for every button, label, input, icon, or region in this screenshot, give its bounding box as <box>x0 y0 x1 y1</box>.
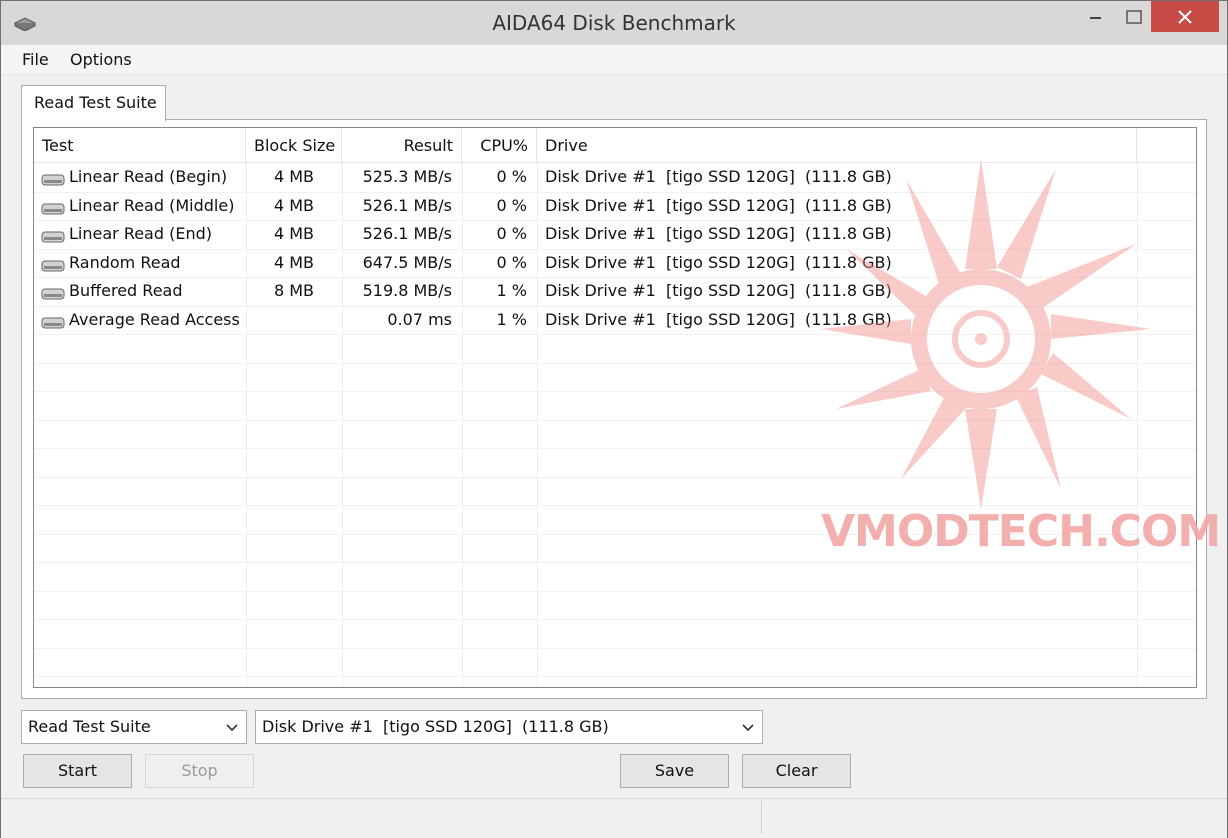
cell-block-size: 4 MB <box>273 224 315 243</box>
cell-test: Linear Read (Middle) <box>69 195 235 215</box>
status-divider <box>761 801 762 833</box>
stop-button[interactable]: Stop <box>145 754 254 788</box>
grid-row-line <box>34 334 1196 335</box>
table-row[interactable]: Buffered Read 8 MB 519.8 MB/s 1 % Disk D… <box>34 277 1196 306</box>
grid-header: Test Block Size Result CPU% Drive <box>34 128 1196 163</box>
cell-result: 526.1 MB/s <box>362 195 452 215</box>
cell-drive: Disk Drive #1 [tigo SSD 120G] (111.8 GB) <box>545 309 892 329</box>
cell-drive: Disk Drive #1 [tigo SSD 120G] (111.8 GB) <box>545 281 892 300</box>
cell-cpu: 0 % <box>496 195 527 215</box>
drive-select-value: Disk Drive #1 [tigo SSD 120G] (111.8 GB) <box>262 717 609 736</box>
table-row[interactable]: Linear Read (End) 4 MB 526.1 MB/s 0 % Di… <box>34 220 1196 249</box>
cell-drive: Disk Drive #1 [tigo SSD 120G] (111.8 GB) <box>545 252 892 272</box>
grid-row-line <box>34 419 1196 421</box>
cell-result: 526.1 MB/s <box>362 224 452 243</box>
watermark-text: VMODTECH.COM <box>821 506 1221 557</box>
grid-row-line <box>34 476 1196 478</box>
cell-drive: Disk Drive #1 [tigo SSD 120G] (111.8 GB) <box>545 224 892 243</box>
table-row[interactable]: Linear Read (Begin) 4 MB 525.3 MB/s 0 % … <box>34 163 1196 192</box>
grid-row-line <box>34 619 1196 620</box>
cell-cpu: 0 % <box>496 252 527 272</box>
minimize-button[interactable] <box>1073 1 1119 32</box>
cell-result: 0.07 ms <box>387 309 452 329</box>
results-grid[interactable]: Test Block Size Result CPU% Drive Linear… <box>33 127 1197 688</box>
grid-row-line <box>34 562 1196 563</box>
cell-test: Linear Read (Begin) <box>69 167 228 186</box>
table-row[interactable]: Linear Read (Middle) 4 MB 526.1 MB/s 0 %… <box>34 192 1196 221</box>
start-button[interactable]: Start <box>23 754 132 788</box>
cell-drive: Disk Drive #1 [tigo SSD 120G] (111.8 GB) <box>545 195 892 215</box>
save-button[interactable]: Save <box>620 754 729 788</box>
drive-select[interactable]: Disk Drive #1 [tigo SSD 120G] (111.8 GB) <box>255 710 763 744</box>
close-icon <box>1178 9 1192 24</box>
cell-test: Linear Read (End) <box>69 224 212 243</box>
cell-block-size: 8 MB <box>273 281 315 300</box>
cell-cpu: 1 % <box>496 281 527 300</box>
grid-row-line <box>34 448 1196 449</box>
window-title: AIDA64 Disk Benchmark <box>492 11 736 35</box>
cell-cpu: 0 % <box>496 224 527 243</box>
cell-cpu: 1 % <box>496 309 527 329</box>
cell-block-size: 4 MB <box>273 167 315 186</box>
column-header-cpu[interactable]: CPU% <box>462 128 537 163</box>
grid-row-line <box>34 590 1196 592</box>
cell-test: Random Read <box>69 252 181 272</box>
menu-options[interactable]: Options <box>70 50 132 69</box>
cell-test: Average Read Access <box>69 309 240 329</box>
cell-result: 525.3 MB/s <box>362 167 452 186</box>
cell-block-size: 4 MB <box>273 195 315 215</box>
chevron-down-icon <box>742 724 754 732</box>
benchmark-window: AIDA64 Disk Benchmark File Options Read … <box>0 0 1228 838</box>
column-header-drive[interactable]: Drive <box>537 128 1137 163</box>
tab-panel: Test Block Size Result CPU% Drive Linear… <box>21 119 1207 699</box>
column-header-test[interactable]: Test <box>34 128 246 163</box>
tab-label: Read Test Suite <box>34 93 157 112</box>
chevron-down-icon <box>226 724 238 732</box>
maximize-button[interactable] <box>1119 1 1149 32</box>
cell-drive: Disk Drive #1 [tigo SSD 120G] (111.8 GB) <box>545 167 892 186</box>
menu-bar: File Options <box>1 45 1227 75</box>
cell-result: 647.5 MB/s <box>362 252 452 272</box>
clear-button[interactable]: Clear <box>742 754 851 788</box>
column-header-block-size[interactable]: Block Size <box>246 128 342 163</box>
menu-file[interactable]: File <box>22 50 49 69</box>
grid-row-line <box>34 647 1196 649</box>
grid-row-line <box>34 391 1196 392</box>
table-row[interactable]: Average Read Access 0.07 ms 1 % Disk Dri… <box>34 306 1196 335</box>
cell-result: 519.8 MB/s <box>362 281 452 300</box>
table-row[interactable]: Random Read 4 MB 647.5 MB/s 0 % Disk Dri… <box>34 249 1196 278</box>
cell-block-size <box>246 306 342 335</box>
tab-read-test-suite[interactable]: Read Test Suite <box>21 85 166 121</box>
column-header-result[interactable]: Result <box>342 128 462 163</box>
cell-cpu: 0 % <box>496 167 527 186</box>
grid-row-line <box>34 676 1196 677</box>
grid-row-line <box>34 362 1196 364</box>
title-bar[interactable]: AIDA64 Disk Benchmark <box>1 1 1227 45</box>
column-header-empty <box>1137 128 1196 163</box>
cell-block-size: 4 MB <box>273 252 315 272</box>
test-suite-select[interactable]: Read Test Suite <box>21 710 247 744</box>
status-bar <box>1 798 1227 838</box>
cell-test: Buffered Read <box>69 281 183 300</box>
test-suite-select-value: Read Test Suite <box>28 717 151 736</box>
close-button[interactable] <box>1151 1 1219 32</box>
